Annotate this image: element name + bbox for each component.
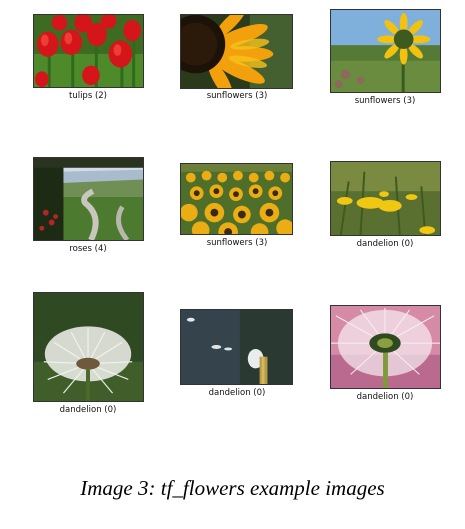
image-sunflower-field (180, 163, 293, 235)
image-tulips (33, 14, 144, 88)
image-label: sunflowers (3) (206, 91, 268, 101)
image-roses-valley (33, 157, 144, 241)
image-dandelion-pink (330, 305, 441, 389)
image-label: tulips (2) (68, 91, 108, 101)
image-label: sunflowers (3) (206, 238, 268, 248)
image-label: roses (4) (69, 244, 107, 254)
image-yellow-dandelions (330, 161, 441, 236)
image-dandelion-blowing (180, 309, 293, 385)
figure-caption: Image 3: tf_flowers example images (80, 476, 385, 500)
image-label: dandelion (0) (356, 392, 414, 402)
image-dandelion-seedhead (33, 292, 144, 402)
image-label: sunflowers (3) (354, 96, 416, 106)
image-label: dandelion (0) (59, 405, 117, 415)
image-label: dandelion (0) (208, 388, 266, 398)
image-sunflower-sky (330, 9, 441, 93)
image-label: dandelion (0) (356, 239, 414, 249)
image-sunflower-closeup (180, 14, 293, 89)
